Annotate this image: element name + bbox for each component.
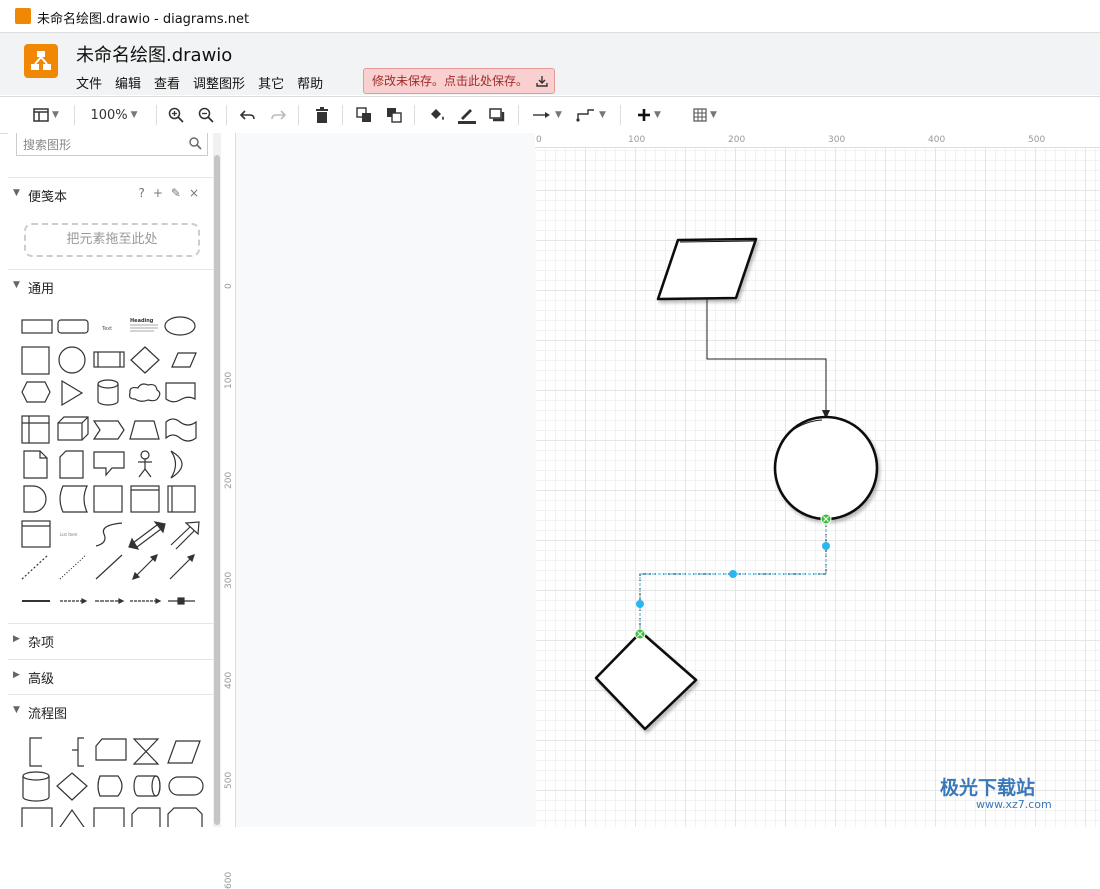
watermark-url: www.xz7.com bbox=[976, 798, 1052, 811]
site-watermark: 极光下载站 www.xz7.com bbox=[940, 773, 1052, 811]
ruler-left-label: 600 bbox=[224, 871, 234, 889]
watermark-brand: 极光下载站 bbox=[940, 777, 1036, 799]
edge-handle[interactable] bbox=[822, 542, 830, 550]
edge-terminal-handle[interactable] bbox=[820, 513, 832, 525]
edge-handle[interactable] bbox=[636, 600, 644, 608]
edge-terminal-handle[interactable] bbox=[634, 628, 646, 640]
diagram-diamond[interactable] bbox=[594, 630, 698, 731]
diagram-layer bbox=[594, 237, 879, 731]
diagram-parallelogram[interactable] bbox=[656, 237, 758, 301]
edge-handle[interactable] bbox=[729, 570, 737, 578]
connector-parallelogram-circle[interactable] bbox=[706, 299, 827, 412]
